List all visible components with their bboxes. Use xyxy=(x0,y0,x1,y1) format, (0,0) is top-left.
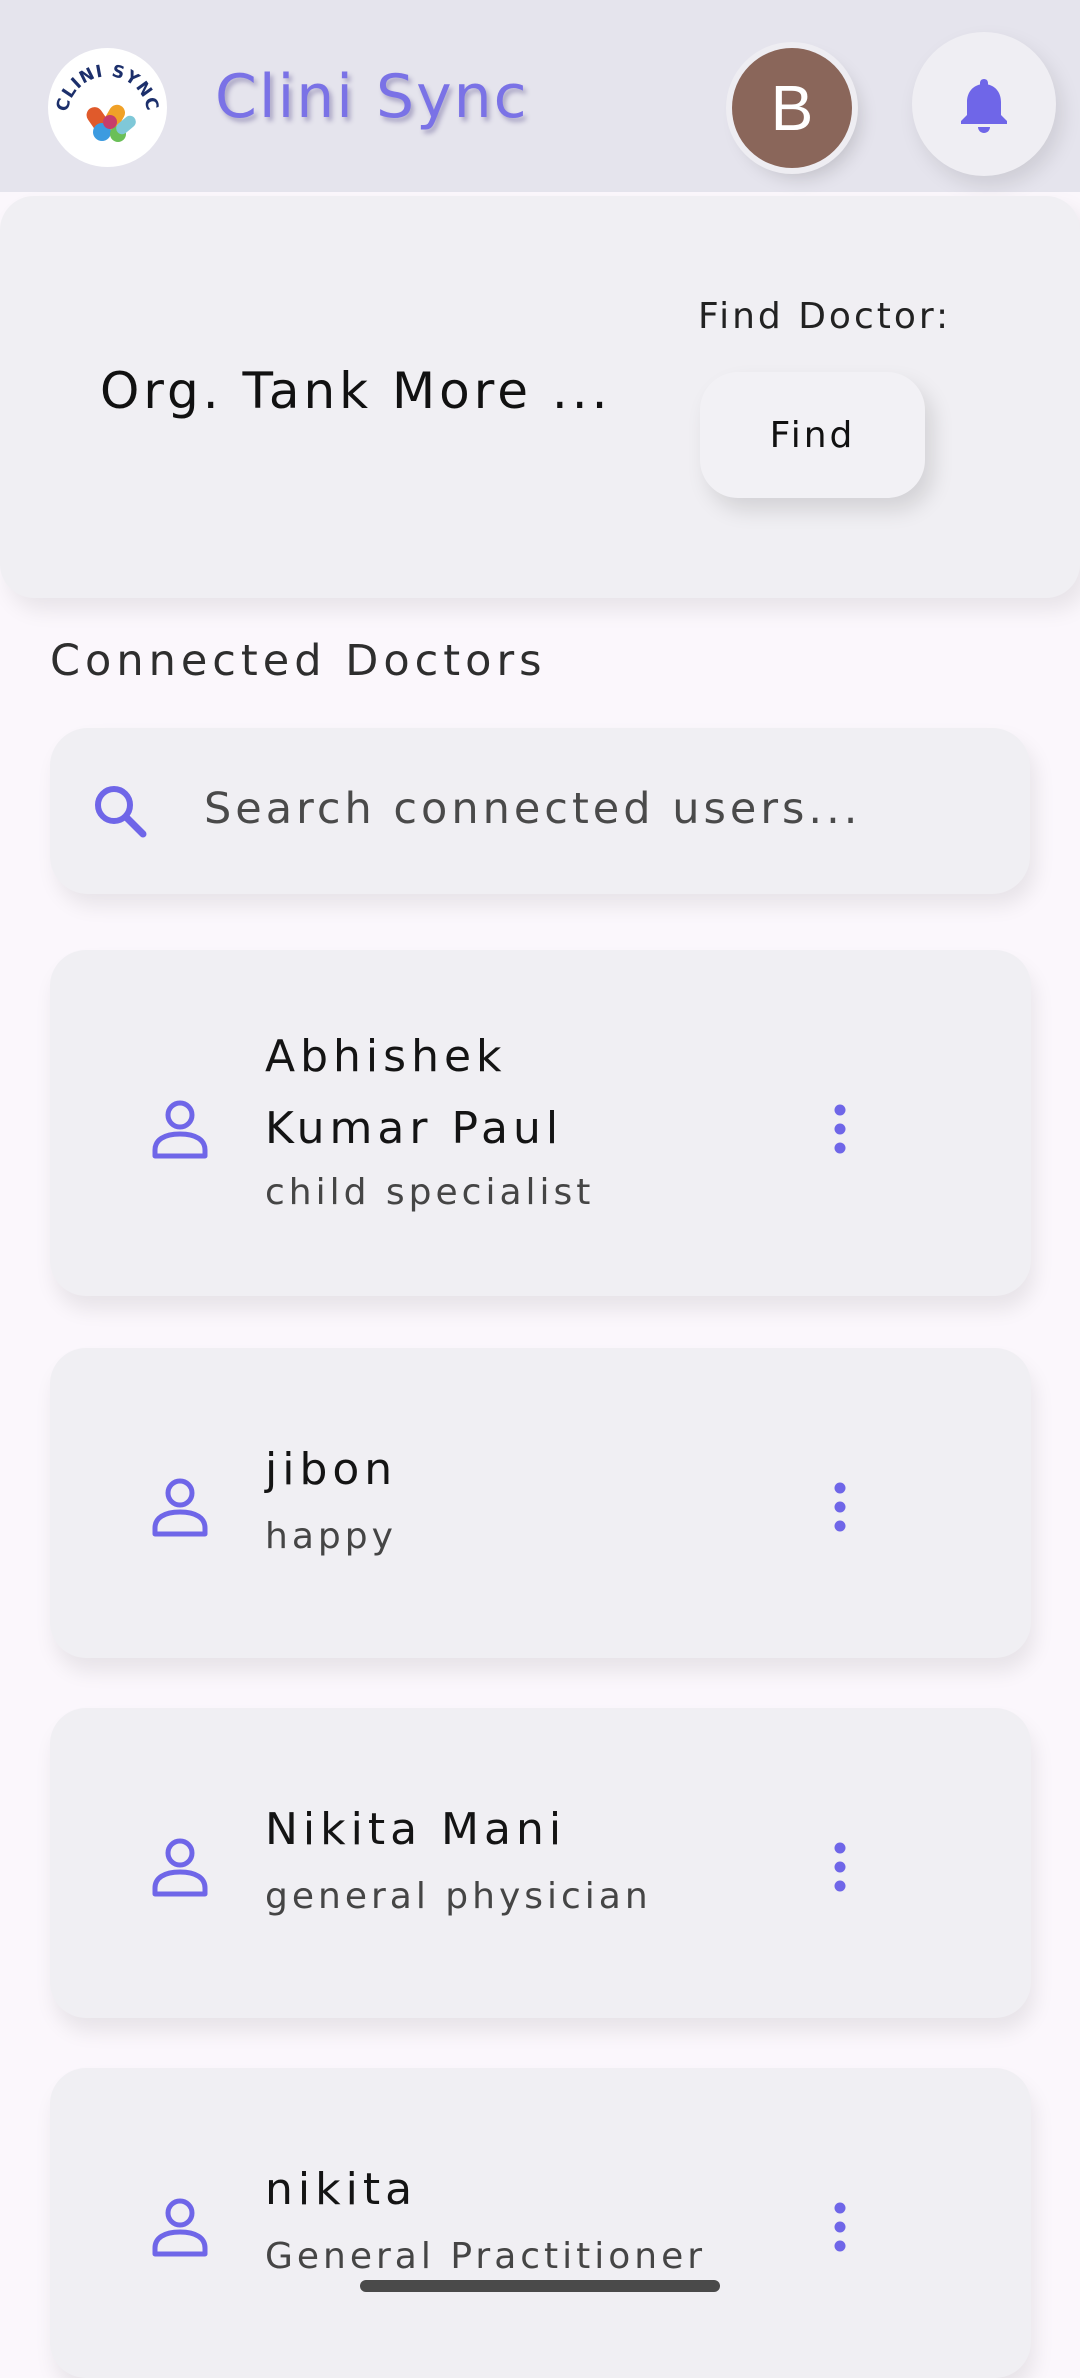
user-avatar[interactable]: B xyxy=(732,48,852,168)
notification-bell-icon xyxy=(961,79,1007,133)
doctor-more-menu[interactable] xyxy=(820,1099,860,1159)
doctor-specialty: General Practitioner xyxy=(265,2236,707,2277)
doctor-name: jibon xyxy=(265,1444,398,1495)
organization-name: Org. Tank More ... xyxy=(100,362,612,420)
doctor-card[interactable]: nikita General Practitioner xyxy=(50,2068,1031,2378)
doctor-more-menu[interactable] xyxy=(820,2197,860,2257)
doctor-name: Abhishek Kumar Paul xyxy=(265,1031,564,1154)
person-icon xyxy=(152,1478,208,1537)
app-bar: CLINI SYNC Clini Sync B xyxy=(0,0,1080,192)
app-logo: CLINI SYNC xyxy=(48,48,167,167)
doctor-more-menu[interactable] xyxy=(820,1477,860,1537)
search-icon xyxy=(95,786,147,838)
doctor-specialty: general physician xyxy=(265,1876,652,1917)
doctor-specialty: child specialist xyxy=(265,1172,595,1213)
connected-doctors-heading: Connected Doctors xyxy=(50,636,547,686)
more-vertical-icon xyxy=(834,1104,846,1154)
doctor-card[interactable]: Abhishek Kumar Paul child specialist xyxy=(50,950,1031,1296)
notifications-button[interactable] xyxy=(912,32,1056,176)
home-indicator[interactable] xyxy=(360,2280,720,2292)
person-icon xyxy=(152,1838,208,1897)
more-vertical-icon xyxy=(834,1482,846,1532)
doctor-more-menu[interactable] xyxy=(820,1837,860,1897)
person-icon xyxy=(152,2198,208,2257)
svg-text:CLINI SYNC: CLINI SYNC xyxy=(53,61,163,113)
doctor-card[interactable]: jibon happy xyxy=(50,1348,1031,1658)
find-doctor-button[interactable]: Find xyxy=(700,372,925,498)
clini-sync-logo-icon: CLINI SYNC xyxy=(53,61,163,142)
logo-text: CLINI SYNC xyxy=(53,61,162,113)
more-vertical-icon xyxy=(834,2202,846,2252)
app-title: Clini Sync xyxy=(215,62,529,132)
search-connected-field[interactable]: Search connected users... xyxy=(50,728,1030,894)
doctor-name: nikita xyxy=(265,2164,418,2215)
organization-card: Org. Tank More ... Find Doctor: Find xyxy=(0,196,1080,598)
more-vertical-icon xyxy=(834,1842,846,1892)
find-doctor-label: Find Doctor: xyxy=(698,296,952,337)
person-icon xyxy=(152,1100,208,1159)
doctor-name: Nikita Mani xyxy=(265,1804,567,1855)
search-input[interactable]: Search connected users... xyxy=(204,784,861,834)
doctor-specialty: happy xyxy=(265,1516,397,1557)
avatar-initial: B xyxy=(770,72,814,144)
doctor-card[interactable]: Nikita Mani general physician xyxy=(50,1708,1031,2018)
